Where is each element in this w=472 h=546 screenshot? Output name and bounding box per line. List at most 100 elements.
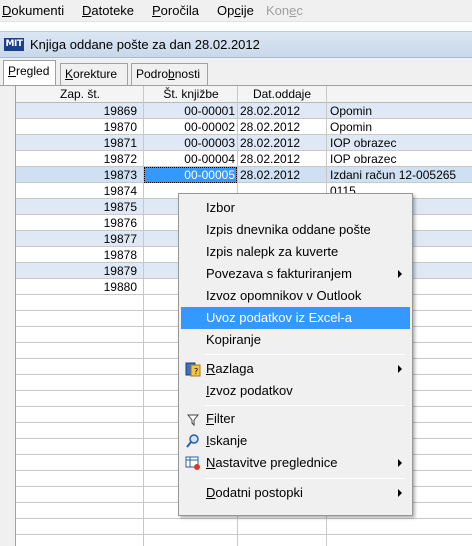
cell-opis[interactable]: Opomin bbox=[330, 104, 472, 118]
menu-separator bbox=[205, 478, 405, 479]
cell-zap-st[interactable]: 19874 bbox=[17, 184, 137, 198]
search-icon bbox=[186, 434, 199, 448]
cell-st-knjizbe[interactable]: 00-00002 bbox=[145, 120, 235, 134]
menu-item-uvoz-excel[interactable]: Uvoz podatkov iz Excel-a bbox=[181, 307, 410, 329]
menu-konec[interactable]: Konec bbox=[266, 3, 303, 18]
menu-item-izpis-nalepk[interactable]: Izpis nalepk za kuverte bbox=[181, 241, 410, 263]
cell-zap-st[interactable]: 19879 bbox=[17, 264, 137, 278]
menu-label-pre: Kon bbox=[266, 3, 290, 18]
help-book-icon: ? bbox=[185, 362, 201, 377]
menu-item-izbor[interactable]: Izbor bbox=[181, 197, 410, 219]
column-header-st-knjizbe[interactable]: Št. knjižbe bbox=[144, 87, 238, 101]
cell-zap-st[interactable]: 19869 bbox=[17, 104, 137, 118]
menu-label-access-key: P bbox=[152, 3, 161, 18]
tab-label-rest: orekture bbox=[73, 67, 118, 81]
menu-label-access-key: D bbox=[82, 3, 92, 18]
cell-st-knjizbe[interactable]: 00-00004 bbox=[145, 152, 235, 166]
menu-label-access-key: D bbox=[206, 485, 216, 500]
menu-label-rest: astavitve preglednice bbox=[215, 455, 338, 470]
cell-opis[interactable]: IOP obrazec bbox=[330, 136, 472, 150]
cell-dat-oddaje[interactable]: 28.02.2012 bbox=[240, 136, 326, 150]
cell-opis[interactable]: Opomin bbox=[330, 120, 472, 134]
cell-dat-oddaje[interactable]: 28.02.2012 bbox=[240, 152, 326, 166]
table-row[interactable]: 19871 00-00003 28.02.2012 IOP obrazec bbox=[0, 135, 472, 151]
menu-label-rest: c bbox=[296, 3, 303, 18]
cell-dat-oddaje[interactable]: 28.02.2012 bbox=[240, 120, 326, 134]
menu-item-izvoz-podatkov[interactable]: Izvoz podatkov bbox=[181, 380, 410, 402]
empty-table-row[interactable] bbox=[0, 519, 472, 535]
menu-item-label: Povezava s fakturiranjem bbox=[206, 266, 352, 281]
menu-item-label: Izbor bbox=[206, 200, 235, 215]
menu-item-label: Izpis nalepk za kuverte bbox=[206, 244, 339, 259]
cell-zap-st[interactable]: 19872 bbox=[17, 152, 137, 166]
menu-item-razlaga[interactable]: ? Razlaga bbox=[181, 358, 410, 380]
app-logo: MIT bbox=[4, 38, 24, 51]
menu-label-rest: ilter bbox=[213, 411, 235, 426]
menu-label-rest: zvoz podatkov bbox=[209, 383, 293, 398]
cell-zap-st[interactable]: 19877 bbox=[17, 232, 137, 246]
menu-dokumenti[interactable]: Dokumenti bbox=[2, 3, 64, 18]
cell-opis[interactable]: Izdani račun 12-005265 bbox=[330, 168, 472, 182]
menu-label-rest: atoteke bbox=[91, 3, 135, 18]
menu-label-rest: ije bbox=[240, 3, 254, 18]
menu-separator bbox=[205, 405, 405, 406]
cell-dat-oddaje[interactable]: 28.02.2012 bbox=[240, 104, 326, 118]
menu-label-rest: oročila bbox=[160, 3, 199, 18]
tab-label-rest: regled bbox=[16, 64, 50, 78]
tab-podrobnosti[interactable]: Podrobnosti bbox=[131, 63, 208, 85]
cell-zap-st[interactable]: 19876 bbox=[17, 216, 137, 230]
window-title: Knjiga oddane pošte za dan 28.02.2012 bbox=[30, 37, 260, 52]
submenu-arrow-icon bbox=[398, 365, 402, 373]
menu-item-izvoz-opomnikov[interactable]: Izvoz opomnikov v Outlook bbox=[181, 285, 410, 307]
menu-item-povezava-fakturiranjem[interactable]: Povezava s fakturiranjem bbox=[181, 263, 410, 285]
tab-pregled[interactable]: Pregled bbox=[3, 60, 56, 85]
menu-porocila[interactable]: Poročila bbox=[152, 3, 199, 18]
menu-bar: Dokumenti Datoteke Poročila Opcije Konec bbox=[0, 0, 472, 22]
grid-header: Zap. št. Št. knjižbe Dat.oddaje bbox=[0, 86, 472, 103]
cell-st-knjizbe[interactable]: 00-00001 bbox=[145, 104, 235, 118]
menu-item-label: Izvoz opomnikov v Outlook bbox=[206, 288, 362, 303]
svg-text:?: ? bbox=[194, 367, 198, 376]
menu-label-rest: okumenti bbox=[11, 3, 65, 18]
menu-label-rest: skanje bbox=[209, 433, 248, 448]
menu-label-access-key: D bbox=[2, 3, 12, 18]
cell-dat-oddaje[interactable]: 28.02.2012 bbox=[240, 168, 326, 182]
menu-separator bbox=[205, 354, 405, 355]
cell-zap-st[interactable]: 19873 bbox=[17, 168, 137, 182]
window-title-bar: MIT Knjiga oddane pošte za dan 28.02.201… bbox=[0, 31, 472, 58]
column-header-zap-st[interactable]: Zap. št. bbox=[17, 87, 143, 101]
table-row[interactable]: 19869 00-00001 28.02.2012 Opomin bbox=[0, 103, 472, 119]
submenu-arrow-icon bbox=[398, 459, 402, 467]
tab-korekture[interactable]: Korekture bbox=[60, 63, 128, 85]
table-row[interactable]: 19872 00-00004 28.02.2012 IOP obrazec bbox=[0, 151, 472, 167]
cell-st-knjizbe[interactable]: 00-00005 bbox=[145, 168, 235, 182]
menu-item-iskanje[interactable]: Iskanje bbox=[181, 430, 410, 452]
menu-item-label: Izpis dnevnika oddane pošte bbox=[206, 222, 371, 237]
cell-zap-st[interactable]: 19870 bbox=[17, 120, 137, 134]
tab-label-access-key: K bbox=[65, 67, 74, 81]
tab-label-access-key: P bbox=[8, 64, 17, 78]
cell-zap-st[interactable]: 19878 bbox=[17, 248, 137, 262]
menu-item-filter[interactable]: Filter bbox=[181, 408, 410, 430]
submenu-arrow-icon bbox=[398, 270, 402, 278]
table-row[interactable]: 19870 00-00002 28.02.2012 Opomin bbox=[0, 119, 472, 135]
context-menu: Izbor Izpis dnevnika oddane pošte Izpis … bbox=[178, 193, 413, 516]
cell-st-knjizbe[interactable]: 00-00003 bbox=[145, 136, 235, 150]
cell-opis[interactable]: IOP obrazec bbox=[330, 152, 472, 166]
menu-label-access-key: F bbox=[206, 411, 214, 426]
menu-item-nastavitve-preglednice[interactable]: Nastavitve preglednice bbox=[181, 452, 410, 474]
menu-item-dodatni-postopki[interactable]: Dodatni postopki bbox=[181, 482, 410, 504]
menu-item-izpis-dnevnika[interactable]: Izpis dnevnika oddane pošte bbox=[181, 219, 410, 241]
cell-zap-st[interactable]: 19871 bbox=[17, 136, 137, 150]
menu-item-label: Uvoz podatkov iz Excel-a bbox=[206, 310, 352, 325]
menu-label-access-key: R bbox=[206, 361, 216, 376]
menu-opcije[interactable]: Opcije bbox=[217, 3, 254, 18]
menu-label-rest: azlaga bbox=[215, 361, 254, 376]
column-header-dat-oddaje[interactable]: Dat.oddaje bbox=[238, 87, 326, 101]
table-row[interactable]: 19873 00-00005 28.02.2012 Izdani račun 12-0… bbox=[0, 167, 472, 183]
menu-datoteke[interactable]: Datoteke bbox=[82, 3, 134, 18]
cell-zap-st[interactable]: 19875 bbox=[17, 200, 137, 214]
menu-item-kopiranje[interactable]: Kopiranje bbox=[181, 329, 410, 351]
column-divider bbox=[143, 86, 144, 546]
cell-zap-st[interactable]: 19880 bbox=[17, 280, 137, 294]
